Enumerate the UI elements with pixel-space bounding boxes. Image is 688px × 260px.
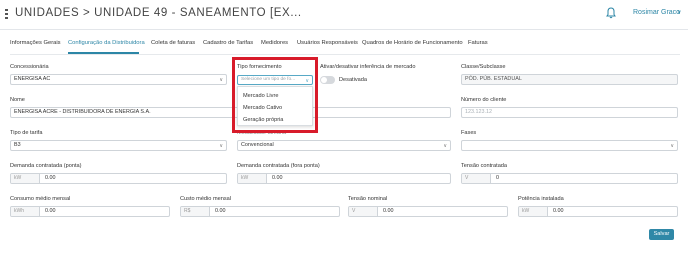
tabs-divider bbox=[10, 54, 680, 55]
consumo-medio-input[interactable]: kWh 0.00 bbox=[10, 206, 170, 217]
bell-icon[interactable] bbox=[606, 7, 616, 19]
potencia-instalada-label: Potência instalada bbox=[518, 196, 564, 202]
chevron-down-icon: ∨ bbox=[443, 143, 447, 149]
fases-label: Fases bbox=[461, 130, 477, 136]
tab-configuracao-distribuidora[interactable]: Configuração da Distribuidora bbox=[68, 40, 145, 46]
tensao-nominal-input[interactable]: V 0.00 bbox=[348, 206, 508, 217]
custo-medio-input[interactable]: R$ 0.00 bbox=[180, 206, 340, 217]
unit-prefix: kW bbox=[519, 207, 548, 216]
classe-subclasse-field: PÓD. PÚB. ESTADUAL bbox=[461, 74, 678, 85]
unit-prefix: V bbox=[462, 174, 491, 183]
chevron-down-icon[interactable]: ∨ bbox=[677, 9, 681, 16]
user-menu[interactable]: Rosimar Graco bbox=[633, 9, 680, 16]
menu-icon[interactable] bbox=[5, 9, 8, 19]
modalidade-select[interactable]: Convencional ∨ bbox=[237, 140, 451, 151]
consumo-medio-label: Consumo médio mensal bbox=[10, 196, 71, 202]
unit-prefix: kW bbox=[11, 174, 40, 183]
concessionaria-select[interactable]: ENERGISA AC ∨ bbox=[10, 74, 227, 85]
tab-informacoes-gerais[interactable]: Informações Gerais bbox=[10, 40, 61, 46]
unit-prefix: R$ bbox=[181, 207, 210, 216]
tab-medidores[interactable]: Medidores bbox=[261, 40, 288, 46]
tensao-contratada-value: 0 bbox=[496, 175, 499, 181]
potencia-instalada-input[interactable]: kW 0.00 bbox=[518, 206, 678, 217]
potencia-instalada-value: 0.00 bbox=[553, 208, 564, 214]
demanda-ponta-input[interactable]: kW 0.00 bbox=[10, 173, 227, 184]
demanda-ponta-value: 0.00 bbox=[45, 175, 56, 181]
tipo-tarifa-value: B3 bbox=[14, 142, 21, 148]
custo-medio-label: Custo médio mensal bbox=[180, 196, 231, 202]
chevron-down-icon: ∨ bbox=[670, 143, 674, 149]
fases-select[interactable]: ∨ bbox=[461, 140, 678, 151]
consumo-medio-value: 0.00 bbox=[45, 208, 56, 214]
modalidade-value: Convencional bbox=[241, 142, 274, 148]
tensao-nominal-label: Tensão nominal bbox=[348, 196, 388, 202]
chevron-down-icon: ∨ bbox=[219, 77, 223, 83]
tensao-contratada-input[interactable]: V 0 bbox=[461, 173, 678, 184]
inferencia-mercado-toggle[interactable] bbox=[320, 76, 335, 84]
demanda-fora-ponta-label: Demanda contratada (fora ponta) bbox=[237, 163, 320, 169]
inferencia-mercado-label: Ativar/desativar inferência de mercado bbox=[320, 64, 416, 70]
save-button[interactable]: Salvar bbox=[649, 229, 674, 240]
tab-coleta-faturas[interactable]: Coleta de faturas bbox=[151, 40, 195, 46]
tab-usuarios-responsaveis[interactable]: Usuários Responsáveis bbox=[297, 40, 358, 46]
tipo-tarifa-select[interactable]: B3 ∨ bbox=[10, 140, 227, 151]
demanda-ponta-label: Demanda contratada (ponta) bbox=[10, 163, 82, 169]
unit-prefix: V bbox=[349, 207, 378, 216]
demanda-fora-ponta-input[interactable]: kW 0.00 bbox=[237, 173, 451, 184]
chevron-down-icon: ∨ bbox=[219, 143, 223, 149]
numero-cliente-input[interactable]: 123.123.12 bbox=[461, 107, 678, 118]
tensao-contratada-label: Tensão contratada bbox=[461, 163, 508, 169]
tab-faturas[interactable]: Faturas bbox=[468, 40, 488, 46]
unit-prefix: kW bbox=[238, 174, 267, 183]
unit-prefix: kWh bbox=[11, 207, 40, 216]
tab-cadastro-tarifas[interactable]: Cadastro de Tarifas bbox=[203, 40, 253, 46]
inferencia-mercado-status: Desativada bbox=[339, 77, 367, 83]
demanda-fora-ponta-value: 0.00 bbox=[272, 175, 283, 181]
top-header: UNIDADES > UNIDADE 49 - SANEAMENTO [EX..… bbox=[0, 0, 688, 30]
annotation-highlight-box bbox=[232, 57, 318, 133]
concessionaria-value: ENERGISA AC bbox=[14, 76, 51, 82]
classe-subclasse-label: Classe/Subclasse bbox=[461, 64, 506, 70]
numero-cliente-label: Número do cliente bbox=[461, 97, 507, 103]
concessionaria-label: Concessionária bbox=[10, 64, 49, 70]
tab-quadros-horario[interactable]: Quadros de Horário de Funcionamento bbox=[362, 40, 463, 46]
custo-medio-value: 0.00 bbox=[215, 208, 226, 214]
tensao-nominal-value: 0.00 bbox=[383, 208, 394, 214]
page-title: UNIDADES > UNIDADE 49 - SANEAMENTO [EX..… bbox=[15, 7, 302, 19]
nome-input[interactable]: ENERGISA ACRE - DISTRIBUIDORA DE ENERGIA… bbox=[10, 107, 451, 118]
toggle-knob bbox=[321, 77, 327, 83]
nome-label: Nome bbox=[10, 97, 25, 103]
tipo-tarifa-label: Tipo de tarifa bbox=[10, 130, 43, 136]
